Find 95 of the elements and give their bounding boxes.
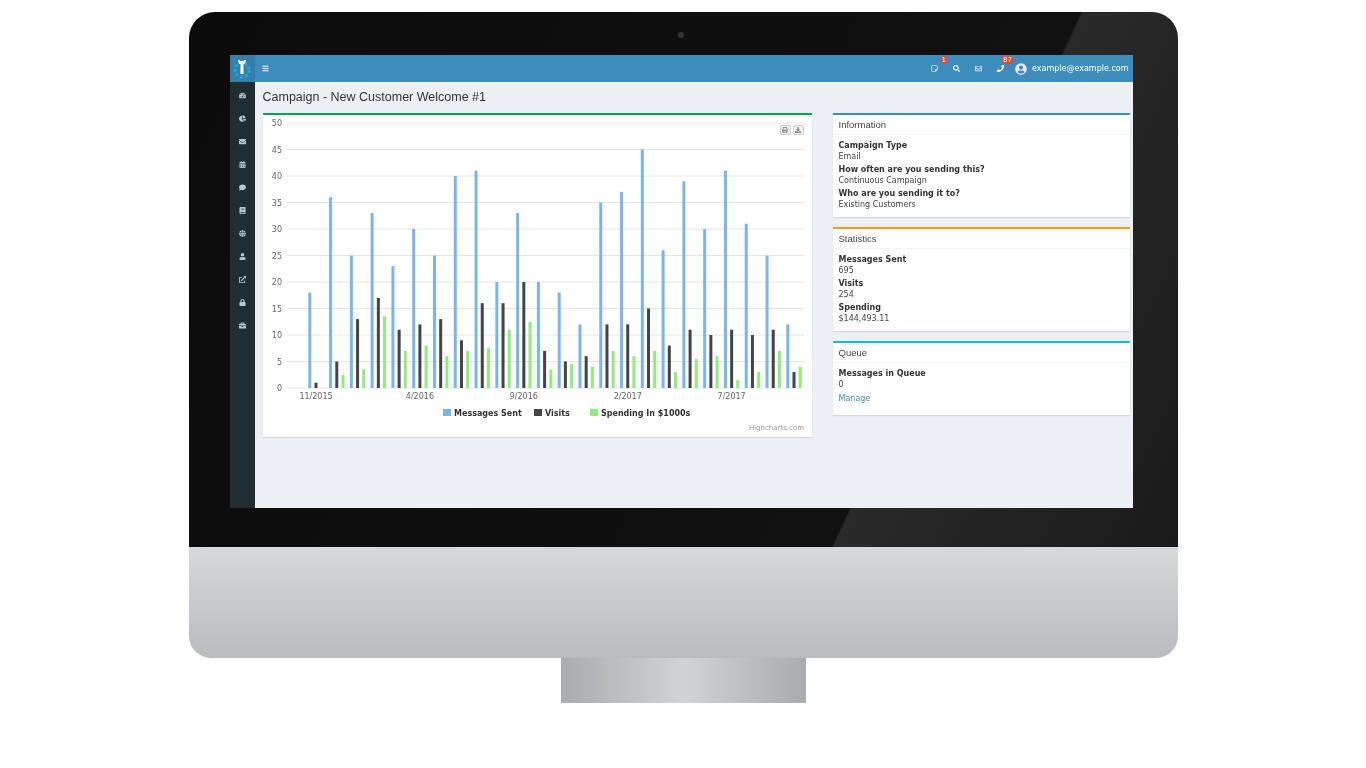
- bar: [334, 361, 338, 388]
- phone-icon[interactable]: [996, 65, 1004, 72]
- logo-icon[interactable]: [229, 55, 255, 82]
- axis-label: 4/2016: [405, 392, 434, 401]
- field-value: Existing Customers: [838, 200, 917, 209]
- axis-label: 10: [271, 331, 282, 340]
- axis-label: 15: [271, 304, 282, 314]
- bar: [735, 380, 739, 388]
- field-value: $144,493.11: [838, 314, 891, 323]
- axis-label: 11/2015: [298, 392, 333, 401]
- bar: [459, 340, 463, 388]
- legend-swatch: [442, 409, 451, 416]
- bar: [444, 356, 448, 388]
- bar: [604, 324, 608, 388]
- axis-label: 9/2016: [509, 392, 538, 401]
- field-label: Who are you sending it to?: [838, 189, 961, 198]
- bar: [771, 329, 775, 388]
- search-icon[interactable]: [952, 65, 960, 72]
- bar: [563, 361, 567, 388]
- axis-label: 40: [271, 172, 282, 181]
- field-value: Email: [838, 152, 862, 161]
- bar: [785, 324, 789, 388]
- bar: [314, 382, 317, 388]
- page-title: Campaign - New Customer Welcome #1: [262, 90, 487, 104]
- bar: [611, 350, 615, 388]
- field-value: 695: [838, 266, 855, 275]
- axis-label: 30: [271, 225, 282, 234]
- bar: [750, 335, 754, 388]
- camera-icon: [678, 32, 684, 38]
- axis-label: 2/2017: [613, 392, 642, 401]
- bar: [590, 366, 594, 388]
- bar: [528, 321, 532, 388]
- bar: [694, 358, 698, 388]
- axis-label: 7/2017: [717, 392, 746, 401]
- legend-label[interactable]: Spending In $1000s: [600, 409, 690, 418]
- bar: [486, 348, 490, 388]
- legend-swatch: [533, 409, 542, 416]
- field-label: Messages in Queue: [838, 369, 927, 378]
- field-label: How often are you sending this?: [838, 165, 986, 174]
- bar: [673, 372, 677, 388]
- bar: [465, 350, 469, 388]
- field-label: Campaign Type: [838, 141, 909, 150]
- axis-label: 25: [271, 251, 282, 261]
- bar: [625, 324, 629, 388]
- bar: [397, 329, 401, 388]
- note-icon[interactable]: [930, 65, 938, 72]
- axis-label: 5: [276, 357, 282, 367]
- menu-icon[interactable]: [262, 65, 269, 72]
- bar: [777, 350, 781, 388]
- bar: [438, 319, 442, 388]
- bar: [798, 366, 802, 388]
- field-label: Spending: [838, 303, 882, 312]
- axis-label: 45: [271, 145, 282, 155]
- field-value: 254: [838, 290, 855, 299]
- field-label: Messages Sent: [838, 255, 908, 264]
- bar: [667, 345, 671, 388]
- field-label: Visits: [838, 279, 865, 288]
- bar: [729, 329, 733, 388]
- bar: [507, 329, 511, 388]
- bar: [577, 324, 581, 388]
- bar: [403, 350, 407, 388]
- bar: [341, 374, 344, 388]
- axis-label: 35: [271, 198, 282, 208]
- panel-title: Statistics: [832, 229, 1130, 249]
- legend-label[interactable]: Messages Sent: [453, 409, 522, 418]
- bar: [417, 324, 421, 388]
- field-value: 0: [838, 380, 845, 389]
- bar: [631, 356, 635, 388]
- manage-link[interactable]: Manage: [838, 394, 1124, 403]
- download-button[interactable]: [792, 125, 804, 135]
- bar: [652, 350, 656, 388]
- bar: [569, 364, 573, 388]
- bar: [756, 372, 760, 388]
- axis-label: 20: [271, 278, 282, 287]
- legend-label[interactable]: Visits: [544, 409, 570, 418]
- bar: [355, 319, 359, 388]
- bar: [424, 345, 428, 388]
- field-value: Continuous Campaign: [838, 176, 928, 185]
- user-email[interactable]: example@example.com: [1032, 64, 1129, 73]
- avatar-icon[interactable]: [1015, 62, 1027, 75]
- panel-title: Information: [832, 115, 1130, 135]
- bar: [361, 369, 365, 388]
- bar: [548, 369, 552, 388]
- print-button[interactable]: [779, 125, 791, 135]
- axis-label: 50: [271, 119, 282, 128]
- legend-swatch: [589, 409, 598, 416]
- bar: [715, 356, 719, 388]
- axis-label: 0: [276, 384, 282, 393]
- bar: [708, 335, 712, 388]
- bar: [584, 356, 588, 388]
- bar: [688, 329, 692, 388]
- bar: [542, 350, 546, 388]
- bar: [382, 316, 386, 388]
- panel-title: Queue: [832, 343, 1130, 363]
- bar: [792, 372, 795, 388]
